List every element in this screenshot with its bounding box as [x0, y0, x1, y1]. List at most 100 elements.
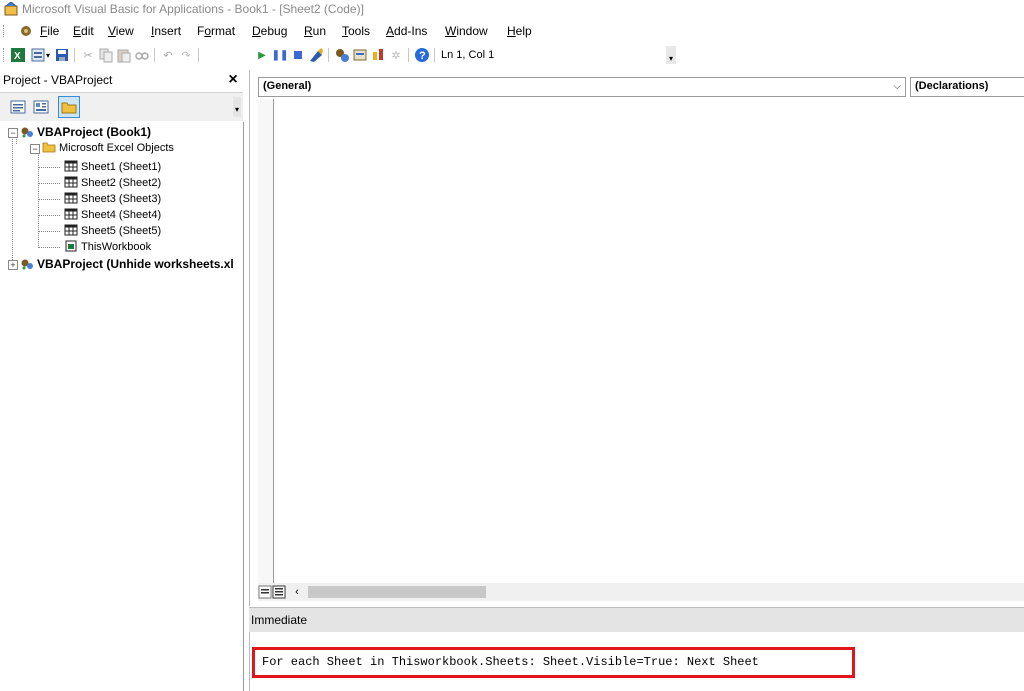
cut-icon[interactable]: ✂: [80, 47, 96, 63]
menu-debug[interactable]: Debug: [252, 24, 287, 38]
break-icon[interactable]: ❚❚: [272, 47, 288, 63]
menu-tools[interactable]: Tools: [342, 24, 370, 38]
toolbar-separator: [154, 48, 155, 62]
chevron-down-icon[interactable]: ⌵: [893, 81, 901, 92]
code-margin-indicator-bar[interactable]: [258, 99, 274, 583]
toolbar-grip: [3, 48, 6, 62]
immediate-window-title: Immediate: [251, 613, 307, 627]
menu-run[interactable]: Run: [304, 24, 326, 38]
tree-item-sheet5[interactable]: Sheet5 (Sheet5): [64, 223, 161, 239]
toolbar-separator: [198, 48, 199, 62]
standard-toolbar: X ▾ ✂ ↶ ↷ ▶ ❚❚ ✲ ? Ln 1, Col 1 ▾: [0, 44, 680, 66]
toolbar-overflow-icon[interactable]: ▾: [666, 46, 676, 64]
worksheet-icon: [64, 208, 78, 220]
find-icon[interactable]: [134, 47, 150, 63]
vba-project-menu-icon[interactable]: [18, 23, 34, 39]
paste-icon[interactable]: [116, 47, 132, 63]
procedure-combo[interactable]: (Declarations): [910, 77, 1024, 97]
menu-bar: File Edit View Insert Format Debug Run T…: [0, 20, 1024, 42]
menu-insert[interactable]: Insert: [151, 24, 181, 38]
worksheet-icon: [64, 160, 78, 172]
object-combo[interactable]: (General) ⌵: [258, 77, 906, 97]
immediate-code-line[interactable]: For each Sheet in Thisworkbook.Sheets: S…: [262, 655, 759, 669]
toolbox-icon[interactable]: ✲: [388, 47, 404, 63]
close-icon[interactable]: ×: [225, 71, 241, 89]
object-browser-icon[interactable]: [370, 47, 386, 63]
menu-add-ins[interactable]: Add-Ins: [386, 24, 427, 38]
tree-item-label: Sheet1 (Sheet1): [81, 161, 161, 173]
redo-icon[interactable]: ↷: [178, 47, 194, 63]
tree-item-sheet4[interactable]: Sheet4 (Sheet4): [64, 207, 161, 223]
menu-item-label: un: [313, 24, 326, 38]
menu-item-label: rmat: [211, 24, 235, 38]
tree-item-excel-objects-folder[interactable]: Microsoft Excel Objects: [42, 140, 174, 156]
vba-project-icon: [20, 126, 34, 138]
scroll-left-icon[interactable]: ‹: [290, 584, 304, 600]
svg-text:?: ?: [419, 50, 426, 62]
worksheet-icon: [64, 192, 78, 204]
tree-item-label: Sheet4 (Sheet4): [81, 209, 161, 221]
insert-dropdown-icon[interactable]: ▾: [44, 47, 52, 63]
expand-toggle[interactable]: −: [30, 144, 40, 154]
horizontal-scrollbar[interactable]: ‹: [258, 583, 1024, 601]
menu-edit[interactable]: Edit: [73, 24, 94, 38]
properties-icon[interactable]: [352, 47, 368, 63]
expand-toggle[interactable]: −: [8, 128, 18, 138]
menu-view[interactable]: View: [108, 24, 134, 38]
toolbar-separator: [74, 48, 75, 62]
window-title: Microsoft Visual Basic for Applications …: [22, 2, 364, 16]
reset-icon[interactable]: [290, 47, 306, 63]
tree-item-sheet3[interactable]: Sheet3 (Sheet3): [64, 191, 161, 207]
menu-file[interactable]: File: [40, 24, 59, 38]
menu-format[interactable]: Format: [197, 24, 235, 38]
immediate-window-header: Immediate: [249, 607, 1024, 632]
svg-text:X: X: [14, 51, 21, 62]
menu-item-label: dd-Ins: [394, 24, 427, 38]
cursor-position: Ln 1, Col 1: [441, 49, 494, 61]
project-explorer-icon[interactable]: [334, 47, 350, 63]
view-code-icon[interactable]: [10, 99, 26, 115]
view-object-icon[interactable]: [33, 99, 49, 115]
workbook-icon: [64, 240, 78, 252]
tree-item-sheet2[interactable]: Sheet2 (Sheet2): [64, 175, 161, 191]
tree-item-sheet1[interactable]: Sheet1 (Sheet1): [64, 159, 161, 175]
worksheet-icon: [64, 176, 78, 188]
tree-item-vbaproject-book1[interactable]: VBAProject (Book1): [20, 124, 151, 140]
menu-item-label: iew: [116, 24, 134, 38]
code-editor[interactable]: [274, 99, 1024, 583]
design-mode-icon[interactable]: [308, 47, 324, 63]
toolbar-separator: [434, 48, 435, 62]
tree-item-vbaproject-unhide[interactable]: VBAProject (Unhide worksheets.xl: [20, 256, 234, 272]
view-toggle-buttons: [258, 584, 288, 600]
menu-window[interactable]: Window: [445, 24, 488, 38]
menu-item-label: nsert: [154, 24, 181, 38]
project-panel-title: Project - VBAProject: [3, 73, 112, 87]
run-icon[interactable]: ▶: [254, 47, 270, 63]
menu-item-label: indow: [456, 24, 487, 38]
toggle-folders-button[interactable]: [58, 96, 80, 118]
project-panel-header: Project - VBAProject ×: [0, 70, 243, 93]
toolbar-separator: [408, 48, 409, 62]
folder-icon: [42, 141, 56, 153]
tree-item-label: Microsoft Excel Objects: [59, 142, 174, 154]
tree-item-label: Sheet5 (Sheet5): [81, 225, 161, 237]
project-tree: − VBAProject (Book1) − Microsoft Excel O…: [0, 122, 244, 691]
project-panel-toolbar: ▾: [0, 93, 243, 121]
tree-item-label: VBAProject (Book1): [37, 125, 151, 139]
worksheet-icon: [64, 224, 78, 236]
save-icon[interactable]: [54, 47, 70, 63]
help-icon[interactable]: ?: [414, 47, 430, 63]
toolbar-separator: [328, 48, 329, 62]
title-bar: Microsoft Visual Basic for Applications …: [0, 0, 1024, 18]
tree-item-label: Sheet3 (Sheet3): [81, 193, 161, 205]
copy-icon[interactable]: [98, 47, 114, 63]
excel-view-icon[interactable]: X: [10, 47, 26, 63]
tree-item-label: VBAProject (Unhide worksheets.xl: [37, 257, 234, 271]
scrollbar-thumb[interactable]: [308, 586, 486, 598]
panel-toolbar-overflow-icon[interactable]: ▾: [233, 97, 241, 117]
undo-icon[interactable]: ↶: [160, 47, 176, 63]
vba-project-icon: [20, 258, 34, 270]
tree-item-thisworkbook[interactable]: ThisWorkbook: [64, 239, 151, 255]
expand-toggle[interactable]: +: [8, 260, 18, 270]
menu-help[interactable]: Help: [507, 24, 532, 38]
